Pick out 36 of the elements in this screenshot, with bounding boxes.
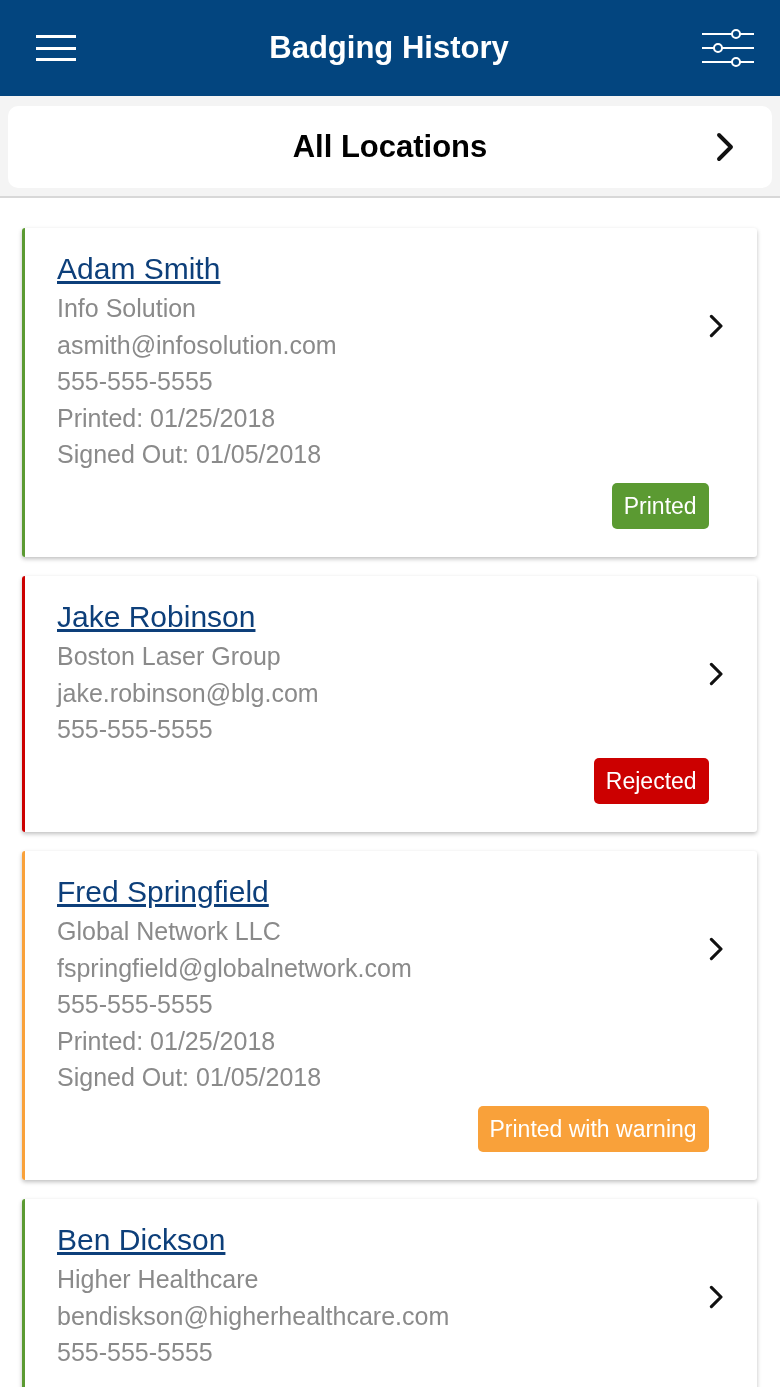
- status-badge: Rejected: [593, 757, 709, 804]
- visitor-card[interactable]: Jake Robinson Boston Laser Group jake.robinson@blg.com 555-555-5555 Rejected: [22, 576, 757, 832]
- visitor-detail: 555-555-5555: [57, 714, 214, 745]
- visitor-name[interactable]: Ben Dickson: [57, 1221, 226, 1259]
- visitor-detail: Printed: 01/25/2018: [57, 1025, 277, 1057]
- visitor-name[interactable]: Adam Smith: [57, 250, 221, 288]
- visitor-detail: Info Solution: [57, 293, 197, 324]
- visitor-detail: Signed Out: 01/05/2018: [57, 1062, 323, 1093]
- chevron-right-icon: [708, 1285, 723, 1309]
- filter-settings-icon[interactable]: [702, 28, 754, 68]
- visitor-detail: 555-555-5555: [57, 1337, 214, 1368]
- status-badge: Printed with warning: [477, 1105, 709, 1152]
- visitor-card[interactable]: Ben Dickson Higher Healthcare bendiskson@higherhealthcare.com 555-555-5555: [22, 1199, 757, 1387]
- visitor-detail: fspringfield@globalnetwork.com: [57, 952, 413, 984]
- chevron-right-icon: [716, 132, 734, 162]
- location-selector[interactable]: All Locations: [8, 106, 772, 188]
- visitor-detail: bendiskson@higherhealthcare.com: [57, 1300, 451, 1332]
- chevron-right-icon: [708, 937, 723, 961]
- visitor-detail: jake.robinson@blg.com: [57, 677, 320, 709]
- visitor-detail: Printed: 01/25/2018: [57, 402, 277, 434]
- chevron-right-icon: [708, 662, 723, 686]
- chevron-right-icon: [708, 314, 723, 338]
- menu-icon[interactable]: [36, 35, 76, 61]
- visitor-detail: Global Network LLC: [57, 916, 282, 947]
- visitor-name[interactable]: Jake Robinson: [57, 598, 256, 636]
- visitor-detail: 555-555-5555: [57, 366, 214, 397]
- status-badge: Printed: [611, 482, 709, 529]
- visitor-card[interactable]: Fred Springfield Global Network LLC fspringfield@globalnetwork.com 555-555-5555 Printed: 01/25/2018 Signed Out: 01/05/2018 Printed with warning: [22, 851, 757, 1180]
- visitor-detail: 555-555-5555: [57, 989, 214, 1020]
- visitor-detail: Signed Out: 01/05/2018: [57, 439, 323, 470]
- visitor-name[interactable]: Fred Springfield: [57, 873, 269, 911]
- visitor-detail: asmith@infosolution.com: [57, 329, 338, 361]
- visitor-detail: Boston Laser Group: [57, 641, 282, 672]
- page-title: Badging History: [269, 28, 509, 67]
- visitor-card[interactable]: Adam Smith Info Solution asmith@infosolution.com 555-555-5555 Printed: 01/25/2018 Signed Out: 01/05/2018 Printed: [22, 228, 757, 557]
- visitor-detail: Higher Healthcare: [57, 1264, 260, 1295]
